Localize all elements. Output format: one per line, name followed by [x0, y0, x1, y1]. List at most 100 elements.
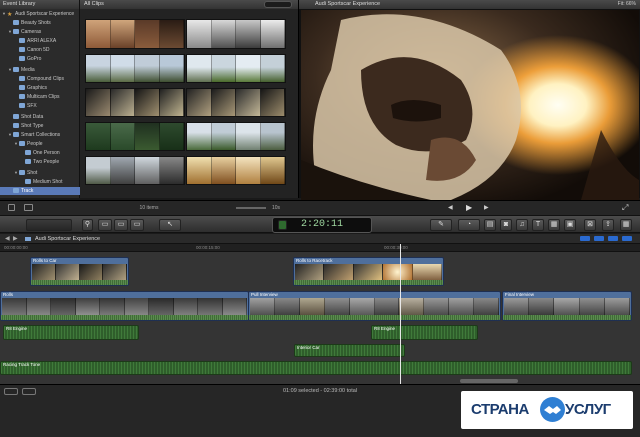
watermark-text-left: СТРАНА: [471, 401, 529, 418]
library-item-label: Compound Clips: [27, 76, 64, 82]
clip-appearance-icon[interactable]: [580, 236, 590, 241]
audio-clip-label: Interior Car: [297, 345, 320, 350]
photo-icon[interactable]: ◙: [500, 219, 512, 231]
library-item[interactable]: ▼ Cameras: [0, 28, 88, 36]
generators-icon[interactable]: ▦: [548, 219, 560, 231]
enhance-icon[interactable]: ✎: [430, 219, 452, 231]
folder-icon: [25, 150, 31, 155]
project-icon: [25, 237, 31, 241]
audio-clip[interactable]: Interior Car: [294, 344, 405, 357]
folder-icon: [19, 56, 25, 61]
library-item-label: Graphics: [27, 85, 48, 91]
append-clip-button[interactable]: ▭: [130, 219, 144, 231]
play-button[interactable]: ▶: [466, 203, 472, 212]
viewer-footer: ▶ ◀ ▶ ⤢: [298, 200, 640, 215]
browser-clip[interactable]: [85, 122, 185, 151]
browser-clip[interactable]: [186, 54, 286, 83]
main-toolbar: ⚲ ▭ ▭ ▭ ↖ 2:20:11 ✎ ◔ ▤ ◙ ♫ T ▦ ▣ ⊠ ⇪ ▦: [0, 215, 640, 233]
folder-icon: [19, 103, 25, 108]
keyword-icon[interactable]: ⚲: [82, 219, 93, 231]
ruler-tick-label: 00:00:00:00: [4, 245, 28, 250]
previous-frame-icon[interactable]: ◀: [448, 204, 453, 211]
library-item-label: Shot Type: [21, 123, 44, 129]
audio-clip-label: Racing Track Tone: [3, 362, 41, 367]
music-icon[interactable]: ♫: [516, 219, 528, 231]
browser-clip[interactable]: [186, 156, 286, 185]
browser-clip[interactable]: [85, 54, 185, 83]
browser-clip[interactable]: [186, 122, 286, 151]
audio-skimming-icon[interactable]: [608, 236, 618, 241]
inspector-icon[interactable]: ▤: [484, 219, 496, 231]
event-star-icon: ★: [7, 12, 13, 18]
library-item[interactable]: Shot Type: [0, 122, 88, 130]
insert-clip-button[interactable]: ▭: [114, 219, 128, 231]
library-item[interactable]: Shot Data: [0, 113, 88, 121]
back-arrow-icon[interactable]: ◀: [5, 234, 10, 244]
browser-clip[interactable]: [85, 88, 185, 117]
library-item-label: Multicam Clips: [27, 94, 60, 100]
audio-clip[interactable]: R8 Engine: [371, 325, 478, 340]
share-icon[interactable]: ⇪: [602, 219, 614, 231]
library-item-label: Medium Shot: [33, 179, 63, 185]
browser-footer: 10 items 10s: [0, 200, 298, 215]
snapping-icon[interactable]: [622, 236, 632, 241]
event-library-title: Event Library: [0, 0, 79, 9]
clip-size-slider[interactable]: [236, 207, 266, 209]
folder-icon: [13, 20, 19, 25]
timeline-clip[interactable]: Pull Interview: [248, 291, 501, 321]
timeline-scrollbar[interactable]: [460, 379, 518, 383]
playhead[interactable]: [400, 244, 401, 384]
titles-icon[interactable]: T: [532, 219, 544, 231]
library-item[interactable]: ▼★ Audi Sportscar Experience: [0, 10, 82, 18]
dashboard-timecode[interactable]: 2:20:11: [272, 217, 372, 233]
library-item-label: SFX: [27, 103, 37, 109]
themes-icon[interactable]: ▣: [564, 219, 576, 231]
browser-search-field[interactable]: [264, 1, 292, 8]
record-indicator: [278, 220, 287, 230]
timeline-ruler[interactable]: 00:00:00:00 00:00:15:00 00:00:30:00: [0, 244, 640, 252]
browser-library-icon[interactable]: ▦: [620, 219, 632, 231]
browser-clip[interactable]: [186, 19, 286, 49]
library-item-label: Canon 5D: [27, 47, 50, 53]
library-item[interactable]: Beauty Shots: [0, 19, 88, 27]
folder-icon: [19, 94, 25, 99]
audio-clip[interactable]: R8 Engine: [3, 325, 139, 340]
import-media-button[interactable]: [26, 219, 72, 231]
browser-clip[interactable]: [85, 156, 185, 185]
browser-clip[interactable]: [85, 19, 185, 49]
folder-icon: [19, 47, 25, 52]
next-frame-icon[interactable]: ▶: [484, 204, 489, 211]
transitions-icon[interactable]: ⊠: [584, 219, 596, 231]
folder-icon: [25, 159, 31, 164]
library-item-label: One Person: [33, 150, 60, 156]
timeline-clip[interactable]: Final Interview: [502, 291, 632, 321]
forward-arrow-icon[interactable]: ▶: [13, 234, 18, 244]
browser-clip[interactable]: [186, 88, 286, 117]
folder-icon: [19, 85, 25, 90]
fullscreen-icon[interactable]: ⤢: [622, 203, 628, 213]
library-item[interactable]: ▼ Smart Collections: [0, 131, 88, 139]
timeline-clip[interactable]: Rolls: [0, 291, 249, 321]
clip-browser: All Clips: [80, 0, 298, 198]
viewer-panel: Audi Sportscar Experience Fit: 66%: [298, 0, 640, 200]
timeline-clip[interactable]: Rolls to Car: [30, 257, 129, 286]
library-item[interactable]: Track: [0, 187, 88, 195]
folder-icon: [13, 67, 19, 72]
folder-icon: [19, 141, 25, 146]
retime-icon[interactable]: ◔: [458, 219, 480, 231]
select-tool-button[interactable]: ↖: [159, 219, 181, 231]
timeline-area[interactable]: Rolls to Car Rolls to Racetrack Rolls Pu…: [0, 252, 640, 384]
viewer-video-frame[interactable]: [301, 10, 639, 200]
folder-icon: [25, 179, 31, 184]
viewer-zoom-menu[interactable]: Fit: 66%: [618, 0, 636, 9]
project-title: Audi Sportscar Experience: [35, 236, 101, 242]
library-item-label: Shot: [27, 170, 38, 176]
library-item[interactable]: ▼ Media: [0, 66, 88, 74]
folder-icon: [13, 123, 19, 128]
folder-icon: [19, 76, 25, 81]
timeline-clip[interactable]: Rolls to Racetrack: [293, 257, 444, 286]
audio-clip[interactable]: Racing Track Tone: [0, 361, 632, 375]
library-item-label: People: [27, 141, 43, 147]
connect-clip-button[interactable]: ▭: [98, 219, 112, 231]
skimming-icon[interactable]: [594, 236, 604, 241]
